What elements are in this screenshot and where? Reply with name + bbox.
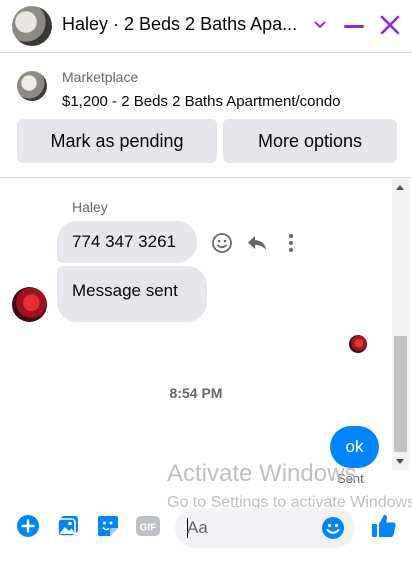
react-emoji-icon[interactable] [211, 232, 233, 259]
message-text: 774 347 3261 [72, 232, 176, 251]
sender-name: Haley [72, 199, 108, 215]
contact-avatar[interactable] [12, 6, 52, 46]
scroll-up-arrow-icon[interactable] [396, 185, 404, 190]
chat-title[interactable]: Haley · 2 Beds 2 Baths Apa... [62, 14, 297, 35]
scrollbar-thumb[interactable] [394, 336, 407, 452]
sender-avatar[interactable] [12, 287, 47, 322]
message-text: ok [345, 437, 364, 456]
message-input[interactable] [187, 516, 317, 540]
close-icon[interactable] [377, 12, 403, 38]
chevron-down-icon[interactable] [313, 17, 327, 33]
listing-title[interactable]: $1,200 - 2 Beds 2 Baths Apartment/condo [62, 93, 341, 110]
message-bubble[interactable]: Message sent [57, 266, 207, 322]
chat-header: Haley · 2 Beds 2 Baths Apa... [0, 0, 412, 52]
activate-windows-watermark: Activate Windows [167, 460, 357, 487]
add-icon[interactable] [16, 514, 40, 543]
message-timestamp: 8:54 PM [169, 385, 223, 401]
emoji-icon[interactable] [321, 516, 345, 545]
minimize-icon[interactable] [344, 25, 364, 28]
photo-icon[interactable] [56, 514, 80, 543]
gif-icon[interactable]: GIF [135, 514, 161, 543]
scroll-down-arrow-icon[interactable] [396, 459, 404, 464]
message-input-wrapper[interactable] [175, 508, 355, 548]
message-text: Message sent [72, 281, 178, 300]
mark-as-pending-button[interactable]: Mark as pending [17, 119, 217, 163]
sticker-icon[interactable] [96, 514, 120, 543]
chat-window: Haley · 2 Beds 2 Baths Apa... Marketplac… [0, 0, 412, 565]
more-options-button[interactable]: More options [223, 119, 397, 163]
thumbs-up-icon[interactable] [370, 512, 398, 545]
marketplace-label: Marketplace [62, 69, 139, 85]
seen-indicator-avatar [349, 335, 367, 353]
more-actions-icon[interactable] [284, 232, 298, 259]
svg-text:GIF: GIF [140, 523, 157, 534]
reply-icon[interactable] [246, 232, 268, 259]
divider [0, 177, 412, 178]
divider [0, 52, 412, 53]
listing-thumbnail[interactable] [17, 71, 47, 101]
message-bubble[interactable]: 774 347 3261 [57, 221, 197, 263]
